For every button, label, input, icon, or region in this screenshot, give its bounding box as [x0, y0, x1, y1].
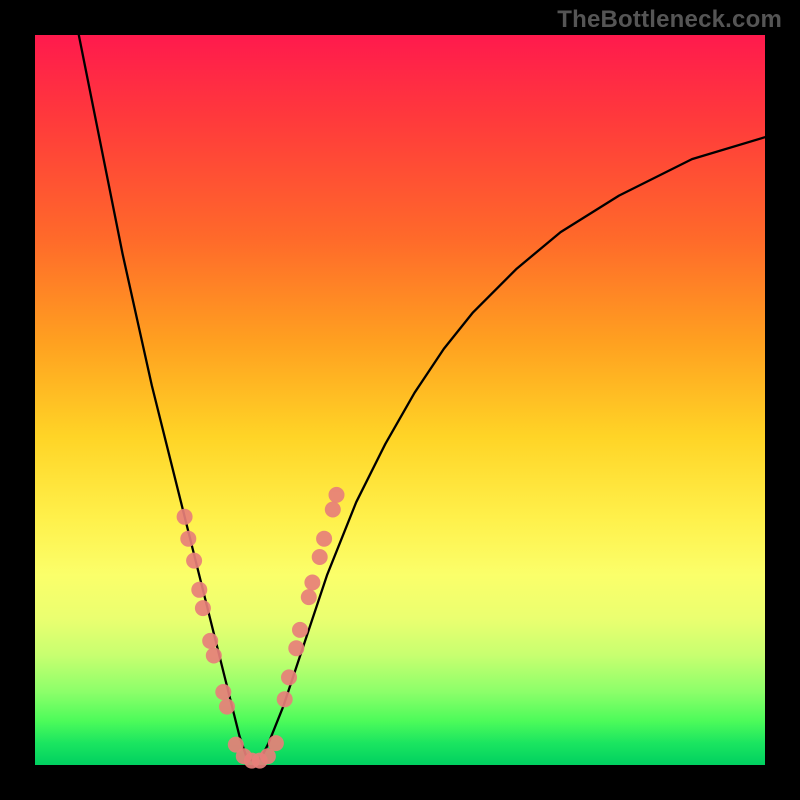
left-branch-dots: [191, 582, 207, 598]
valley-bottom-dots: [268, 735, 284, 751]
right-branch-dots: [329, 487, 345, 503]
watermark-text: TheBottleneck.com: [557, 6, 782, 34]
chart-svg: [0, 0, 800, 800]
left-branch-dots: [180, 531, 196, 547]
left-branch-dots: [206, 648, 222, 664]
right-branch-dots: [277, 691, 293, 707]
left-branch-dots: [219, 699, 235, 715]
left-branch-dots: [177, 509, 193, 525]
right-branch-dots: [312, 549, 328, 565]
right-branch-dots: [316, 531, 332, 547]
left-branch-dots: [186, 553, 202, 569]
right-branch-dots: [325, 502, 341, 518]
right-branch-dots: [304, 575, 320, 591]
outer-frame: TheBottleneck.com: [0, 0, 800, 800]
right-branch-dots: [301, 589, 317, 605]
valley-curve: [79, 35, 765, 761]
left-branch-dots: [195, 600, 211, 616]
right-branch-dots: [281, 669, 297, 685]
left-branch-dots: [202, 633, 218, 649]
right-branch-dots: [292, 622, 308, 638]
right-branch-dots: [288, 640, 304, 656]
left-branch-dots: [215, 684, 231, 700]
